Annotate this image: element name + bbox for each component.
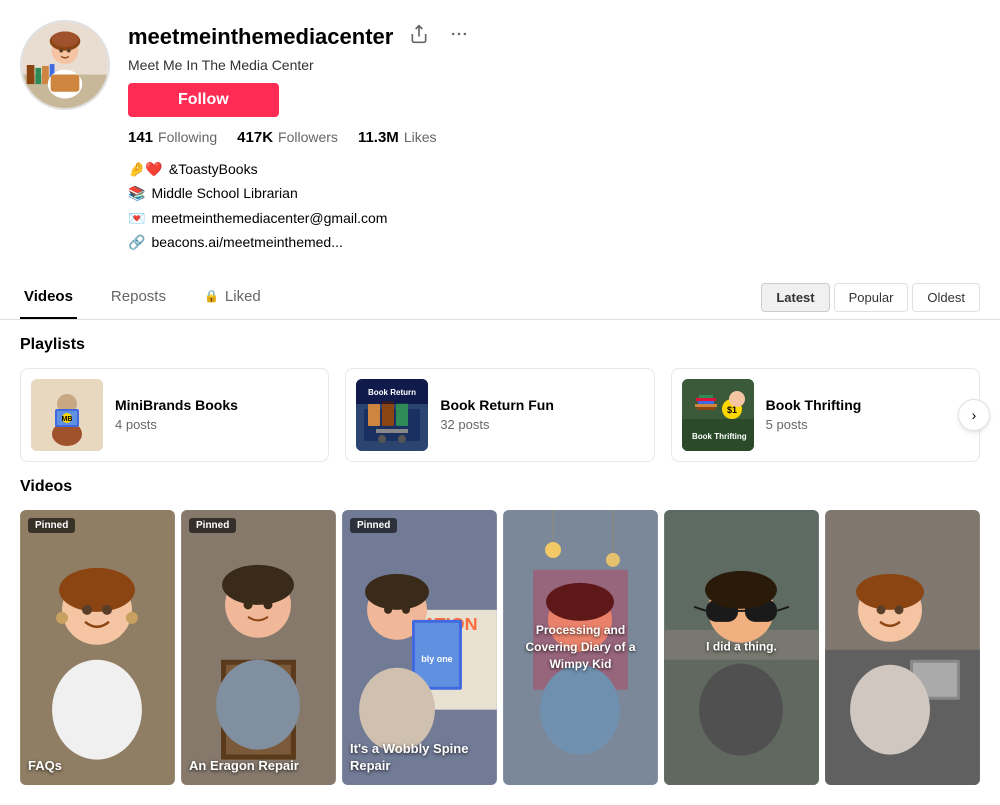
video-overlay-2: An Eragon Repair (189, 758, 328, 775)
playlists-section: Playlists MB MiniBrands Books 4 posts (0, 320, 1000, 478)
following-stat[interactable]: 141 Following (128, 129, 217, 146)
video-item-1[interactable]: Pinned FAQs (20, 510, 175, 786)
profile-name-row: meetmeinthemediacenter (128, 20, 980, 53)
bio-text-2: Middle School Librarian (151, 182, 297, 204)
link-icon: 🔗 (128, 231, 145, 253)
playlist-thumb-3: $1 Book Thrifting (682, 379, 754, 451)
more-options-button[interactable] (445, 20, 473, 53)
profile-info: meetmeinthemediacenter Meet Me In The Me… (128, 20, 980, 256)
playlist-thumb-2: Book Return (356, 379, 428, 451)
playlist-info-3: Book Thrifting 5 posts (766, 397, 862, 432)
pinned-badge-2: Pinned (189, 518, 236, 533)
video-item-5[interactable]: I did a thing. (664, 510, 819, 786)
playlists-next-button[interactable]: › (958, 399, 990, 431)
bio-line-3: 💌 meetmeinthemediacenter@gmail.com (128, 207, 980, 229)
playlist-thumb-image-2: Book Return (356, 379, 428, 451)
tabs-left: Videos Reposts 🔒 Liked (20, 276, 265, 319)
playlist-posts-1: 4 posts (115, 417, 238, 432)
video-overlay-3: It's a Wobbly Spine Repair (350, 741, 489, 775)
video-item-4[interactable]: Processing and Covering Diary of a Wimpy… (503, 510, 658, 786)
likes-stat: 11.3M Likes (358, 129, 437, 146)
svg-text:bly one: bly one (421, 653, 452, 663)
playlist-thumb-1: MB (31, 379, 103, 451)
playlists-title: Playlists (20, 336, 980, 354)
avatar (20, 20, 110, 110)
playlist-info-2: Book Return Fun 32 posts (440, 397, 554, 432)
videos-section: Videos Pinned FAQs (0, 478, 1000, 805)
likes-count: 11.3M (358, 129, 399, 146)
bio-email[interactable]: meetmeinthemediacenter@gmail.com (151, 207, 387, 229)
tab-liked[interactable]: 🔒 Liked (200, 276, 265, 319)
pinned-badge-1: Pinned (28, 518, 75, 533)
bio-link[interactable]: beacons.ai/meetmeinthemed... (151, 231, 342, 253)
video-overlay-5: I did a thing. (672, 639, 812, 656)
bio-line-1: 🤌❤️ &ToastyBooks (128, 158, 980, 180)
profile-display-name: Meet Me In The Media Center (128, 57, 980, 73)
following-label: Following (158, 129, 217, 145)
svg-text:MB: MB (62, 416, 73, 423)
followers-stat[interactable]: 417K Followers (237, 129, 338, 146)
svg-text:Book Return: Book Return (368, 388, 416, 397)
bio-line-4: 🔗 beacons.ai/meetmeinthemed... (128, 231, 980, 253)
video-overlay-1: FAQs (28, 758, 167, 775)
bio-text-1: &ToastyBooks (169, 158, 258, 180)
avatar-image (22, 20, 108, 110)
following-count: 141 (128, 129, 153, 146)
playlist-posts-3: 5 posts (766, 417, 862, 432)
tab-reposts[interactable]: Reposts (107, 276, 170, 319)
sort-buttons: Latest Popular Oldest (761, 283, 980, 312)
bio-emoji-1: 🤌❤️ (128, 158, 163, 180)
playlist-name-1: MiniBrands Books (115, 397, 238, 413)
followers-label: Followers (278, 129, 338, 145)
video-overlay-4: Processing and Covering Diary of a Wimpy… (511, 622, 651, 672)
bio-emoji-3: 💌 (128, 207, 145, 229)
tab-videos[interactable]: Videos (20, 276, 77, 319)
video-item-2[interactable]: Pinned An Eragon Repair (181, 510, 336, 786)
likes-label: Likes (404, 129, 437, 145)
tab-videos-label: Videos (24, 288, 73, 305)
bio-line-2: 📚 Middle School Librarian (128, 182, 980, 204)
share-button[interactable] (405, 20, 433, 53)
bio-section: 🤌❤️ &ToastyBooks 📚 Middle School Librari… (128, 158, 980, 254)
playlist-name-3: Book Thrifting (766, 397, 862, 413)
tab-liked-label: Liked (225, 288, 261, 305)
sort-latest-button[interactable]: Latest (761, 283, 829, 312)
more-icon (449, 24, 469, 44)
share-icon (409, 24, 429, 44)
playlist-item-2[interactable]: Book Return Book Return Fun 32 posts (345, 368, 654, 462)
video-item-6[interactable] (825, 510, 980, 786)
playlist-thumb-image-3: $1 Book Thrifting (682, 379, 754, 451)
bio-emoji-2: 📚 (128, 182, 145, 204)
sort-popular-button[interactable]: Popular (834, 283, 909, 312)
playlist-posts-2: 32 posts (440, 417, 554, 432)
video-thumb-2 (181, 510, 336, 786)
playlist-info-1: MiniBrands Books 4 posts (115, 397, 238, 432)
stats-row: 141 Following 417K Followers 11.3M Likes (128, 129, 980, 146)
profile-username: meetmeinthemediacenter (128, 24, 393, 50)
sort-oldest-button[interactable]: Oldest (912, 283, 980, 312)
playlist-thumb-image-1: MB (31, 379, 103, 451)
video-thumb-1 (20, 510, 175, 786)
playlist-item-3[interactable]: $1 Book Thrifting Book Thrifting 5 posts (671, 368, 980, 462)
playlists-row: MB MiniBrands Books 4 posts (20, 368, 980, 462)
video-item-3[interactable]: LATION bly one Pinned It's a Wobbly Spin… (342, 510, 497, 786)
tabs-container: Videos Reposts 🔒 Liked Latest Popular Ol… (0, 276, 1000, 320)
videos-title: Videos (20, 478, 980, 496)
profile-section: meetmeinthemediacenter Meet Me In The Me… (0, 0, 1000, 266)
follow-button[interactable]: Follow (128, 83, 279, 117)
svg-text:Book Thrifting: Book Thrifting (692, 432, 747, 441)
lock-icon: 🔒 (204, 289, 219, 303)
pinned-badge-3: Pinned (350, 518, 397, 533)
followers-count: 417K (237, 129, 273, 146)
video-thumb-6 (825, 510, 980, 786)
playlist-name-2: Book Return Fun (440, 397, 554, 413)
tab-reposts-label: Reposts (111, 288, 166, 305)
playlist-item-1[interactable]: MB MiniBrands Books 4 posts (20, 368, 329, 462)
videos-grid: Pinned FAQs Pinned An Eragon Re (20, 510, 980, 786)
